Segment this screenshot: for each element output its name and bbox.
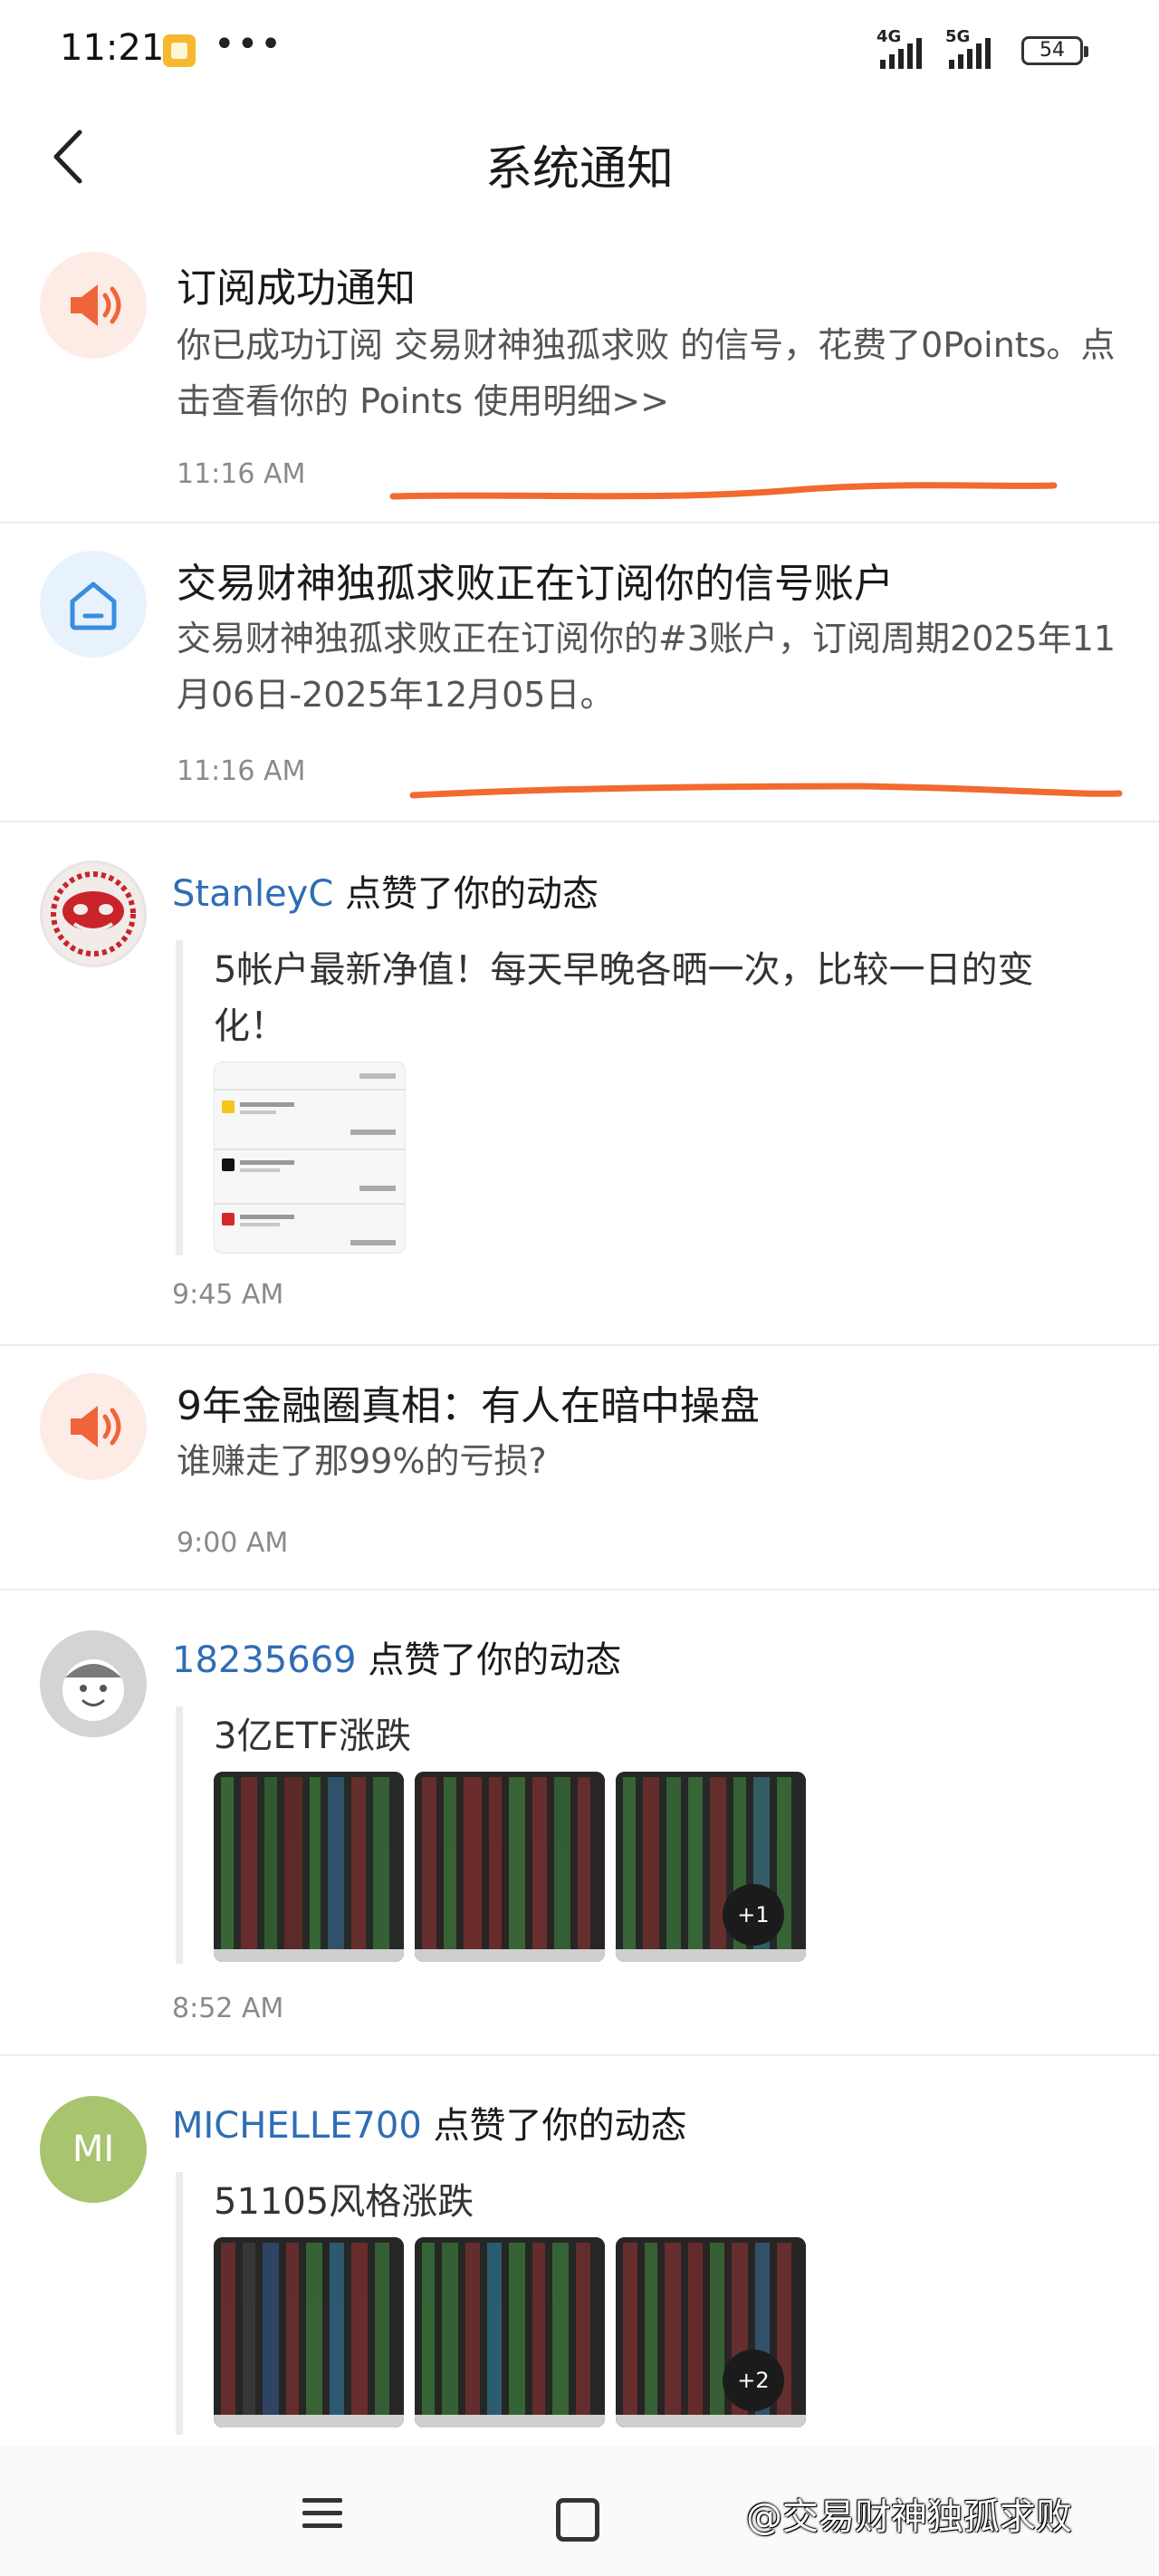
post-image-thumbnail[interactable] (214, 2237, 404, 2427)
notification-item-promo[interactable]: 9年金融圈真相：有人在暗中操盘 谁赚走了那99%的亏损? 9:00 AM (0, 1348, 1159, 1589)
signal-5g-icon: 5G (945, 27, 1014, 69)
page-title: 系统通知 (484, 142, 674, 197)
action-text: 点赞了你的动态 (344, 873, 599, 915)
notification-body[interactable]: 你已成功订阅 交易财神独孤求败 的信号，花费了0Points。点击查看你的 Po… (177, 317, 1127, 429)
divider (0, 1344, 1159, 1346)
home-square-icon[interactable] (556, 2498, 599, 2542)
user-name[interactable]: StanleyC (172, 873, 333, 915)
notification-title: 订阅成功通知 (177, 265, 416, 312)
like-item-michelle700[interactable]: MI MICHELLE700 点赞了你的动态 51105风格涨跌 +2 (0, 2058, 1159, 2438)
post-image-thumbnail[interactable]: +2 (616, 2237, 806, 2427)
quoted-post[interactable]: 3亿ETF涨跌 +1 (176, 1706, 1088, 1964)
notification-body: 交易财神独孤求败正在订阅你的#3账户，订阅周期2025年11月06日-2025年… (177, 619, 1116, 715)
divider (0, 821, 1159, 822)
system-navigation-bar: @交易财神独孤求败 (0, 2446, 1159, 2576)
annotation-underline (389, 482, 1058, 500)
avatar[interactable] (40, 860, 147, 967)
notification-title: 9年金融圈真相：有人在暗中操盘 (177, 1383, 760, 1429)
notification-item-account[interactable]: 交易财神独孤求败正在订阅你的信号账户 交易财神独孤求败正在订阅你的#3账户，订阅… (0, 525, 1159, 817)
like-time: 9:45 AM (172, 1279, 284, 1311)
like-header: MICHELLE700 点赞了你的动态 (172, 2096, 687, 2148)
speaker-icon (40, 252, 147, 359)
like-time: 8:52 AM (172, 1993, 284, 2024)
notification-time: 11:16 AM (177, 755, 306, 787)
quote-line: 化！ (214, 1005, 286, 1047)
signal-4g-icon: 4G (876, 27, 945, 69)
status-bar: 11:21 ••• 4G 5G 54 (0, 0, 1159, 100)
battery-icon: 54 (1021, 36, 1088, 65)
quote-line: 5帐户最新净值！每天早晚各晒一次，比较一日的变 (214, 949, 1034, 991)
avatar[interactable] (40, 1630, 147, 1737)
user-name[interactable]: 18235669 (172, 1639, 357, 1681)
divider (0, 2054, 1159, 2056)
more-images-badge: +2 (723, 2350, 784, 2411)
notification-body: 谁赚走了那99%的亏损? (177, 1441, 547, 1481)
quote-line: 51105风格涨跌 (214, 2181, 474, 2223)
more-notifications-icon: ••• (214, 24, 283, 65)
notification-time: 9:00 AM (177, 1527, 289, 1559)
like-header: StanleyC 点赞了你的动态 (172, 864, 599, 917)
speaker-icon (40, 1373, 147, 1480)
post-image-thumbnail[interactable]: +1 (616, 1772, 806, 1962)
menu-icon[interactable] (302, 2498, 342, 2536)
action-text: 点赞了你的动态 (368, 1639, 622, 1681)
annotation-underline (409, 783, 1123, 799)
post-image-thumbnail[interactable] (214, 1772, 404, 1962)
quoted-post[interactable]: 51105风格涨跌 +2 (176, 2172, 1088, 2435)
like-item-18235669[interactable]: 18235669 点赞了你的动态 3亿ETF涨跌 +1 8:52 AM (0, 1592, 1159, 2054)
notification-time: 11:16 AM (177, 458, 306, 490)
post-image-thumbnail[interactable] (214, 1062, 406, 1254)
header: 系统通知 (0, 100, 1159, 217)
watermark: @交易财神独孤求败 (746, 2496, 1072, 2538)
quote-line: 3亿ETF涨跌 (214, 1716, 412, 1757)
quoted-post[interactable]: 5帐户最新净值！每天早晚各晒一次，比较一日的变 化！ (176, 940, 1088, 1255)
notification-title: 交易财神独孤求败正在订阅你的信号账户 (177, 561, 894, 607)
home-icon (40, 551, 147, 658)
divider (0, 522, 1159, 524)
post-image-thumbnail[interactable] (415, 2237, 605, 2427)
like-header: 18235669 点赞了你的动态 (172, 1630, 621, 1683)
notification-app-icon (163, 34, 196, 67)
status-time: 11:21 (60, 27, 165, 69)
like-item-stanleyc[interactable]: StanleyC 点赞了你的动态 5帐户最新净值！每天早晚各晒一次，比较一日的变… (0, 824, 1159, 1344)
divider (0, 1589, 1159, 1591)
post-image-thumbnail[interactable] (415, 1772, 605, 1962)
avatar[interactable]: MI (40, 2096, 147, 2203)
more-images-badge: +1 (723, 1884, 784, 1946)
notification-item-subscription[interactable]: 订阅成功通知 你已成功订阅 交易财神独孤求败 的信号，花费了0Points。点击… (0, 226, 1159, 518)
action-text: 点赞了你的动态 (433, 2105, 687, 2147)
user-name[interactable]: MICHELLE700 (172, 2105, 422, 2147)
